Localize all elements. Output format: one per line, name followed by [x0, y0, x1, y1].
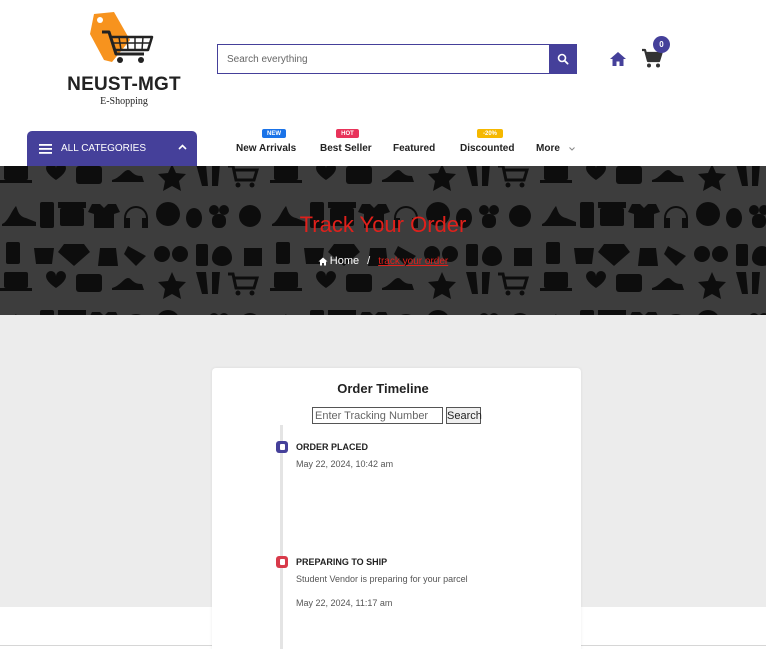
cart-count-badge: 0	[653, 36, 670, 53]
breadcrumb-home[interactable]: Home	[318, 255, 359, 267]
nav-featured[interactable]: Featured	[393, 143, 435, 154]
breadcrumb-home-label: Home	[329, 255, 360, 267]
chevron-down-icon	[568, 147, 575, 151]
breadcrumb-current[interactable]: track your order	[378, 256, 448, 267]
home-button[interactable]	[609, 51, 627, 67]
order-timeline-title: Order Timeline	[337, 381, 429, 396]
search-button[interactable]	[549, 45, 576, 73]
timeline-line	[280, 425, 283, 649]
search-bar	[217, 44, 577, 74]
timeline-marker-order-placed	[276, 441, 288, 453]
brand-logo[interactable]: NEUST-MGT E-Shopping	[64, 10, 184, 110]
discount-tag-badge: -20%	[477, 129, 503, 138]
brand-tagline: E-Shopping	[100, 96, 148, 107]
nav-discounted[interactable]: Discounted	[460, 143, 514, 154]
site-header: NEUST-MGT E-Shopping Search everything 0…	[0, 0, 766, 166]
timeline-time: May 22, 2024, 10:42 am	[296, 459, 394, 469]
nav-more-label: More	[536, 143, 560, 154]
nav-best-seller[interactable]: Best Seller	[320, 143, 372, 154]
home-icon	[610, 52, 626, 66]
page-banner	[0, 166, 766, 315]
brand-name: NEUST-MGT	[67, 74, 181, 95]
new-tag-badge: NEW	[262, 129, 286, 138]
timeline-status: PREPARING TO SHIP	[296, 557, 388, 567]
hot-tag-badge: HOT	[336, 129, 359, 138]
breadcrumb: Home / track your order	[0, 255, 766, 267]
nav-new-arrivals[interactable]: New Arrivals	[236, 143, 296, 154]
timeline-description: Student Vendor is preparing for your par…	[296, 574, 468, 584]
tracking-search-button[interactable]: Search	[446, 407, 482, 424]
chevron-up-icon	[178, 144, 187, 150]
search-icon	[557, 53, 569, 65]
timeline-time: May 22, 2024, 11:17 am	[296, 598, 393, 608]
home-icon	[318, 257, 328, 265]
menu-icon	[39, 143, 52, 154]
timeline-status: ORDER PLACED	[296, 442, 369, 452]
all-categories-label: ALL CATEGORIES	[61, 143, 147, 154]
shopping-pattern-background	[0, 166, 766, 315]
page-title: Track Your Order	[299, 212, 467, 237]
track-order-page: NEUST-MGT E-Shopping Search everything 0…	[0, 0, 766, 649]
timeline-marker-preparing-to-ship	[276, 556, 288, 568]
nav-more[interactable]: More	[536, 143, 575, 154]
all-categories-button[interactable]: ALL CATEGORIES	[27, 131, 197, 166]
shopping-tag-cart-icon	[90, 12, 154, 63]
search-input[interactable]	[218, 45, 549, 73]
tracking-number-input[interactable]	[312, 407, 443, 424]
breadcrumb-separator: /	[367, 255, 371, 267]
